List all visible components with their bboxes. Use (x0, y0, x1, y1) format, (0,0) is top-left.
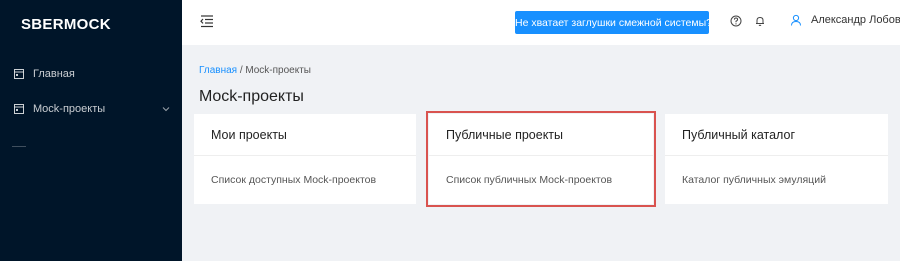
request-stub-button[interactable]: Не хватает заглушки смежной системы? (515, 11, 712, 34)
app-logo[interactable]: SBERMOCK (21, 16, 111, 33)
card-description: Список публичных Mock-проектов (446, 174, 613, 186)
bell-icon[interactable] (754, 15, 766, 27)
card-title: Публичные проекты (429, 114, 653, 156)
sidebar-item-mock-projects[interactable]: Mock-проекты (0, 98, 182, 120)
user-menu[interactable]: Александр Лобов (790, 14, 900, 26)
breadcrumb-current: Mock-проекты (245, 65, 311, 76)
card-public-catalog[interactable]: Публичный каталог Каталог публичных эмул… (665, 114, 888, 204)
sidebar-item-label: Главная (33, 68, 75, 80)
breadcrumb-home-link[interactable]: Главная (199, 65, 237, 76)
sidebar: SBERMOCK Главная Mock-проекты (0, 0, 182, 261)
user-name: Александр Лобов (811, 14, 900, 26)
sidebar-item-home[interactable]: Главная (0, 63, 182, 85)
card-description: Список доступных Mock-проектов (211, 174, 377, 186)
help-icon[interactable] (730, 15, 742, 27)
card-title: Публичный каталог (665, 114, 888, 156)
card-title: Мои проекты (194, 114, 416, 156)
card-public-projects[interactable]: Публичные проекты Список публичных Mock-… (426, 111, 656, 207)
sidebar-divider (12, 146, 26, 147)
top-header: Не хватает заглушки смежной системы? Але… (182, 0, 900, 45)
page-title: Mock-проекты (199, 88, 304, 105)
calendar-icon (14, 104, 24, 114)
menu-fold-icon[interactable] (200, 14, 214, 28)
user-icon (791, 14, 801, 26)
calendar-icon (14, 69, 24, 79)
chevron-down-icon[interactable] (162, 106, 170, 112)
sidebar-item-label: Mock-проекты (33, 103, 106, 115)
card-description: Каталог публичных эмуляций (682, 174, 826, 186)
card-my-projects[interactable]: Мои проекты Список доступных Mock-проект… (194, 114, 416, 204)
breadcrumb: Главная / Mock-проекты (199, 65, 311, 76)
